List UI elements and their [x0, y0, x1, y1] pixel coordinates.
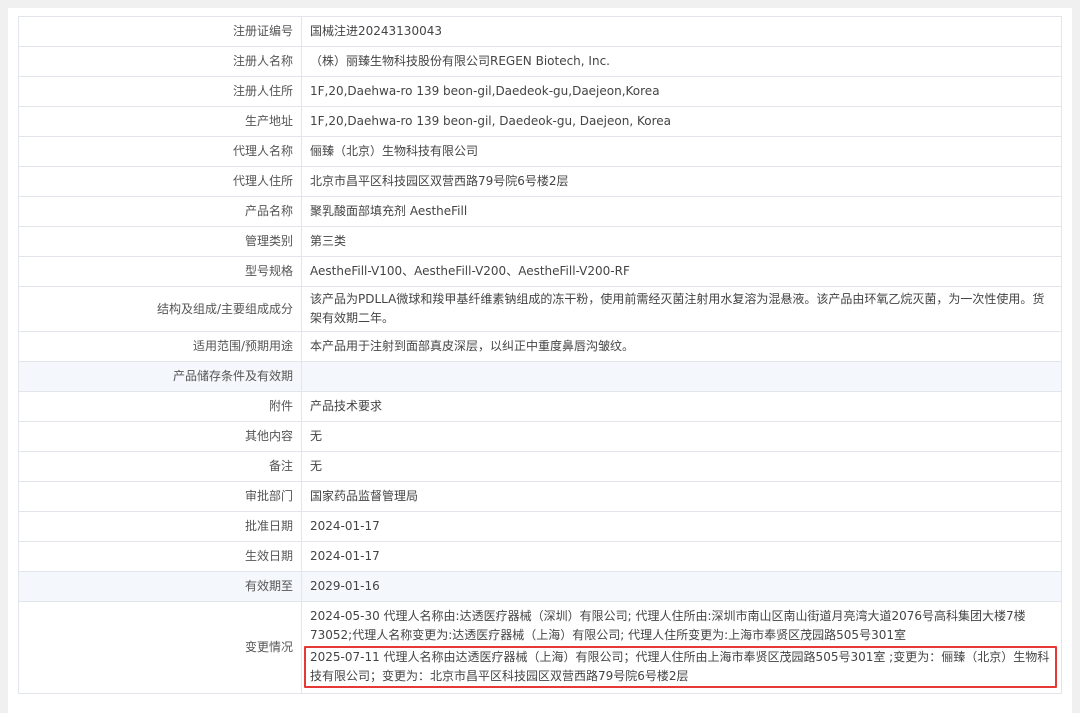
row-label: 有效期至 [18, 571, 302, 602]
row-label: 结构及组成/主要组成成分 [18, 286, 302, 332]
change-entry-highlighted: 2025-07-11 代理人名称由达透医疗器械（上海）有限公司；代理人住所由上海… [304, 646, 1057, 688]
row-value [301, 361, 1062, 392]
registration-detail-panel: 注册证编号 国械注进20243130043 注册人名称 （株）丽臻生物科技股份有… [8, 8, 1072, 713]
row-value: 聚乳酸面部填充剂 AestheFill [301, 196, 1062, 227]
row-value: 本产品用于注射到面部真皮深层，以纠正中重度鼻唇沟皱纹。 [301, 331, 1062, 362]
row-label: 产品储存条件及有效期 [18, 361, 302, 392]
row-value: 第三类 [301, 226, 1062, 257]
row-label: 产品名称 [18, 196, 302, 227]
row-value: 国械注进20243130043 [301, 16, 1062, 47]
row-value: 俪臻（北京）生物科技有限公司 [301, 136, 1062, 167]
table-row: 代理人名称 俪臻（北京）生物科技有限公司 [18, 136, 1062, 167]
row-label: 审批部门 [18, 481, 302, 512]
row-value: 2024-01-17 [301, 511, 1062, 542]
table-row: 产品储存条件及有效期 [18, 361, 1062, 392]
row-value: （株）丽臻生物科技股份有限公司REGEN Biotech, Inc. [301, 46, 1062, 77]
row-value: 该产品为PDLLA微球和羧甲基纤维素钠组成的冻干粉，使用前需经灭菌注射用水复溶为… [301, 286, 1062, 332]
row-label: 注册人住所 [18, 76, 302, 107]
table-row: 生效日期 2024-01-17 [18, 541, 1062, 572]
row-value: 2029-01-16 [301, 571, 1062, 602]
row-label: 附件 [18, 391, 302, 422]
row-label: 其他内容 [18, 421, 302, 452]
row-label: 代理人住所 [18, 166, 302, 197]
table-row: 其他内容 无 [18, 421, 1062, 452]
row-value: 2024-01-17 [301, 541, 1062, 572]
table-row: 产品名称 聚乳酸面部填充剂 AestheFill [18, 196, 1062, 227]
table-row: 批准日期 2024-01-17 [18, 511, 1062, 542]
row-value: 无 [301, 421, 1062, 452]
table-row: 备注 无 [18, 451, 1062, 482]
change-entry: 2024-05-30 代理人名称由:达透医疗器械（深圳）有限公司; 代理人住所由… [310, 609, 1026, 642]
table-row: 结构及组成/主要组成成分 该产品为PDLLA微球和羧甲基纤维素钠组成的冻干粉，使… [18, 286, 1062, 332]
row-label: 管理类别 [18, 226, 302, 257]
table-row: 型号规格 AestheFill-V100、AestheFill-V200、Aes… [18, 256, 1062, 287]
row-label: 生产地址 [18, 106, 302, 137]
row-label: 注册证编号 [18, 16, 302, 47]
row-label: 适用范围/预期用途 [18, 331, 302, 362]
table-row: 注册人住所 1F,20,Daehwa-ro 139 beon-gil,Daede… [18, 76, 1062, 107]
row-label: 生效日期 [18, 541, 302, 572]
change-history-value: 2024-05-30 代理人名称由:达透医疗器械（深圳）有限公司; 代理人住所由… [301, 601, 1062, 694]
row-value: 国家药品监督管理局 [301, 481, 1062, 512]
row-label: 备注 [18, 451, 302, 482]
table-row: 管理类别 第三类 [18, 226, 1062, 257]
table-row: 审批部门 国家药品监督管理局 [18, 481, 1062, 512]
row-value: 无 [301, 451, 1062, 482]
row-value: 北京市昌平区科技园区双营西路79号院6号楼2层 [301, 166, 1062, 197]
row-value: AestheFill-V100、AestheFill-V200、AestheFi… [301, 256, 1062, 287]
table-row: 有效期至 2029-01-16 [18, 571, 1062, 602]
change-history-row: 变更情况 2024-05-30 代理人名称由:达透医疗器械（深圳）有限公司; 代… [18, 601, 1062, 694]
table-row: 附件 产品技术要求 [18, 391, 1062, 422]
row-value: 1F,20,Daehwa-ro 139 beon-gil, Daedeok-gu… [301, 106, 1062, 137]
table-row: 适用范围/预期用途 本产品用于注射到面部真皮深层，以纠正中重度鼻唇沟皱纹。 [18, 331, 1062, 362]
table-row: 代理人住所 北京市昌平区科技园区双营西路79号院6号楼2层 [18, 166, 1062, 197]
table-row: 生产地址 1F,20,Daehwa-ro 139 beon-gil, Daede… [18, 106, 1062, 137]
table-row: 注册人名称 （株）丽臻生物科技股份有限公司REGEN Biotech, Inc. [18, 46, 1062, 77]
row-label: 代理人名称 [18, 136, 302, 167]
row-label: 批准日期 [18, 511, 302, 542]
table-row: 注册证编号 国械注进20243130043 [18, 16, 1062, 47]
row-label: 注册人名称 [18, 46, 302, 77]
row-label: 型号规格 [18, 256, 302, 287]
row-value: 1F,20,Daehwa-ro 139 beon-gil,Daedeok-gu,… [301, 76, 1062, 107]
registration-info-table: 注册证编号 国械注进20243130043 注册人名称 （株）丽臻生物科技股份有… [18, 16, 1062, 694]
row-value: 产品技术要求 [301, 391, 1062, 422]
change-history-label: 变更情况 [18, 601, 302, 694]
